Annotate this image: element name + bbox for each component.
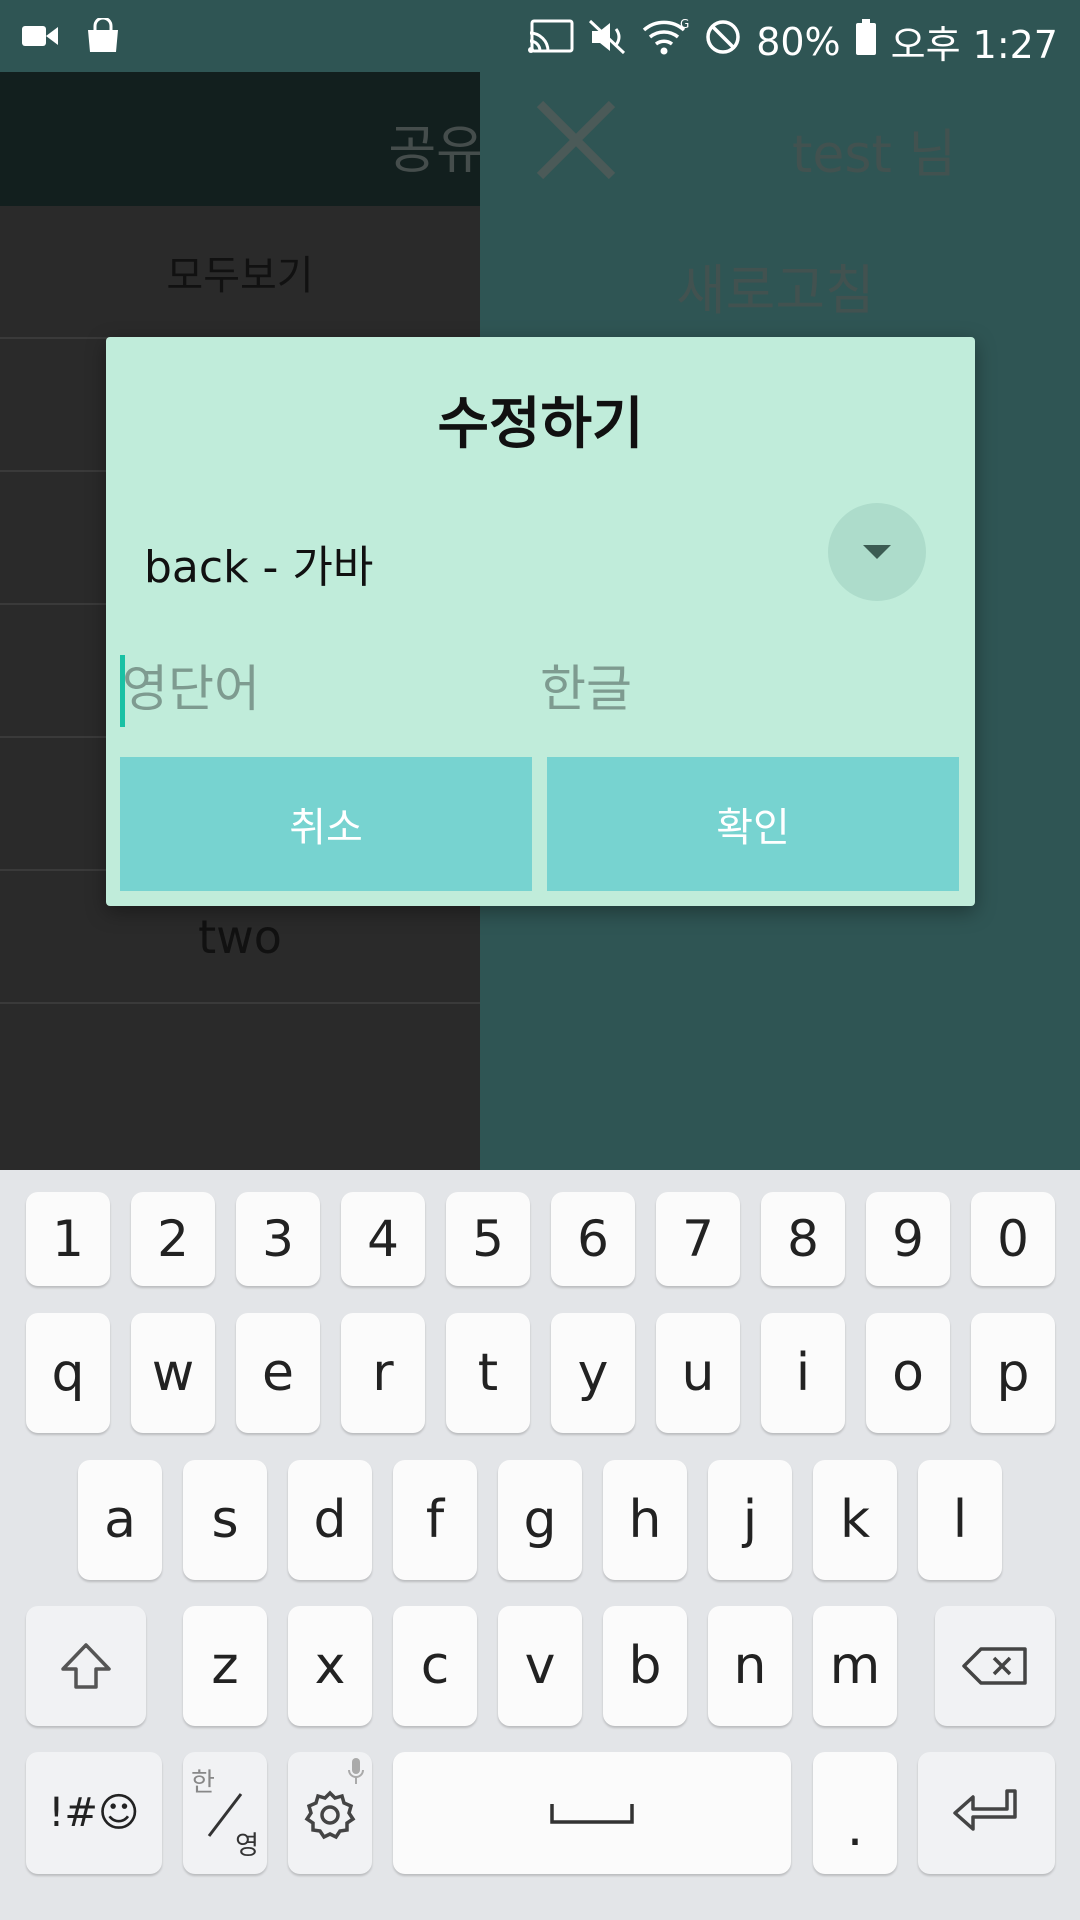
key-a[interactable]: a — [78, 1460, 162, 1580]
shift-icon — [61, 1643, 111, 1689]
mute-icon — [588, 19, 628, 64]
cast-icon — [528, 19, 574, 64]
key-h[interactable]: h — [603, 1460, 687, 1580]
key-w[interactable]: w — [131, 1313, 215, 1433]
video-icon — [22, 23, 58, 53]
key-5[interactable]: 5 — [446, 1192, 530, 1286]
key-9[interactable]: 9 — [866, 1192, 950, 1286]
key-1[interactable]: 1 — [26, 1192, 110, 1286]
svg-text:G: G — [680, 18, 689, 31]
list-item[interactable]: 모두보기 — [0, 206, 480, 339]
settings-key[interactable] — [288, 1752, 372, 1874]
backspace-key[interactable] — [935, 1606, 1055, 1726]
key-d[interactable]: d — [288, 1460, 372, 1580]
battery-percent: 80% — [756, 19, 841, 64]
key-3[interactable]: 3 — [236, 1192, 320, 1286]
space-icon — [550, 1804, 634, 1824]
chevron-down-icon — [863, 545, 891, 559]
confirm-button[interactable]: 확인 — [547, 757, 959, 891]
english-word-input[interactable] — [122, 649, 522, 729]
key-n[interactable]: n — [708, 1606, 792, 1726]
key-b[interactable]: b — [603, 1606, 687, 1726]
edit-dialog: 수정하기 back - 가바 취소 확인 — [106, 337, 975, 906]
status-bar: G 80% 오후 1:27 — [0, 0, 1080, 72]
key-v[interactable]: v — [498, 1606, 582, 1726]
soft-keyboard: 1 2 3 4 5 6 7 8 9 0 q w e r t y u i o p … — [0, 1170, 1080, 1920]
word-spinner[interactable]: back - 가바 — [144, 531, 373, 595]
dialog-title: 수정하기 — [437, 392, 644, 457]
key-s[interactable]: s — [183, 1460, 267, 1580]
backspace-icon — [962, 1647, 1027, 1685]
enter-icon — [952, 1789, 1017, 1831]
key-e[interactable]: e — [236, 1313, 320, 1433]
symbols-key[interactable]: !#☺ — [26, 1752, 162, 1874]
key-y[interactable]: y — [551, 1313, 635, 1433]
key-u[interactable]: u — [656, 1313, 740, 1433]
left-header: 공유 — [0, 72, 480, 206]
lang-english-label: 영 — [235, 1831, 259, 1861]
korean-word-input[interactable] — [540, 649, 940, 729]
key-o[interactable]: o — [866, 1313, 950, 1433]
battery-icon — [855, 19, 877, 64]
language-switch-key[interactable]: 한 영 — [183, 1752, 267, 1874]
key-f[interactable]: f — [393, 1460, 477, 1580]
dropdown-button[interactable] — [828, 503, 926, 601]
shopping-bag-icon — [86, 16, 120, 58]
key-7[interactable]: 7 — [656, 1192, 740, 1286]
key-q[interactable]: q — [26, 1313, 110, 1433]
key-4[interactable]: 4 — [341, 1192, 425, 1286]
clock: 오후 1:27 — [890, 23, 1058, 67]
key-g[interactable]: g — [498, 1460, 582, 1580]
cancel-button[interactable]: 취소 — [120, 757, 532, 891]
refresh-button[interactable]: 새로고침 — [676, 246, 875, 325]
key-j[interactable]: j — [708, 1460, 792, 1580]
key-m[interactable]: m — [813, 1606, 897, 1726]
key-k[interactable]: k — [813, 1460, 897, 1580]
close-icon[interactable] — [534, 98, 618, 182]
share-label[interactable]: 공유 — [388, 108, 480, 183]
key-l[interactable]: l — [918, 1460, 1002, 1580]
gear-icon — [304, 1790, 356, 1840]
key-6[interactable]: 6 — [551, 1192, 635, 1286]
microphone-icon — [348, 1758, 364, 1784]
key-c[interactable]: c — [393, 1606, 477, 1726]
enter-key[interactable] — [918, 1752, 1055, 1874]
key-0[interactable]: 0 — [971, 1192, 1055, 1286]
key-2[interactable]: 2 — [131, 1192, 215, 1286]
space-key[interactable] — [393, 1752, 791, 1874]
key-8[interactable]: 8 — [761, 1192, 845, 1286]
key-r[interactable]: r — [341, 1313, 425, 1433]
key-z[interactable]: z — [183, 1606, 267, 1726]
user-name: test 님 — [792, 125, 957, 185]
key-i[interactable]: i — [761, 1313, 845, 1433]
wifi-icon: G — [642, 17, 690, 65]
key-x[interactable]: x — [288, 1606, 372, 1726]
key-p[interactable]: p — [971, 1313, 1055, 1433]
period-key[interactable]: . — [813, 1752, 897, 1874]
shift-key[interactable] — [26, 1606, 146, 1726]
key-t[interactable]: t — [446, 1313, 530, 1433]
do-not-disturb-icon — [704, 18, 742, 65]
